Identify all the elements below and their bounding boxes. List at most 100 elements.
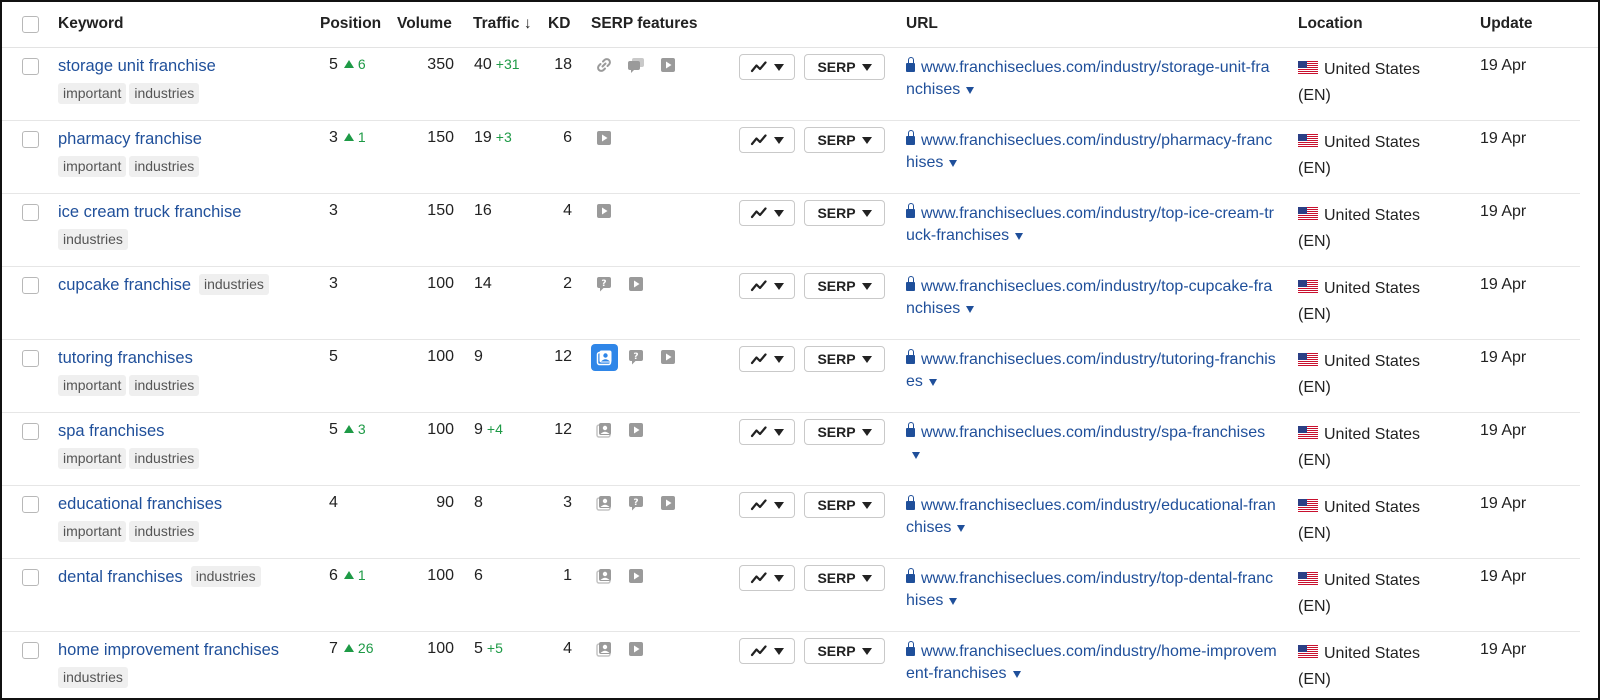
row-checkbox[interactable] [22, 58, 39, 75]
column-serp-features[interactable]: SERP features [591, 15, 698, 33]
ranking-url[interactable]: www.franchiseclues.com/industry/pharmacy… [906, 130, 1278, 174]
trend-chart-button[interactable] [739, 54, 795, 80]
keyword-tag[interactable]: industries [129, 448, 200, 469]
trend-chart-button[interactable] [739, 638, 795, 664]
column-location[interactable]: Location [1298, 15, 1363, 33]
faq-icon[interactable]: ? [626, 493, 646, 513]
video-icon[interactable] [594, 201, 614, 221]
url-dropdown-icon[interactable] [1015, 233, 1024, 240]
keyword-link[interactable]: cupcake franchise [58, 276, 191, 294]
url-dropdown-icon[interactable] [949, 598, 958, 605]
video-icon[interactable] [658, 493, 678, 513]
faq-icon[interactable]: ? [626, 347, 646, 367]
trend-chart-button[interactable] [739, 200, 795, 226]
column-position[interactable]: Position [320, 15, 381, 33]
faq-icon[interactable]: ? [594, 274, 614, 294]
keyword-tag[interactable]: industries [129, 83, 200, 104]
column-traffic[interactable]: Traffic ↓ [473, 15, 532, 33]
video-icon[interactable] [594, 128, 614, 148]
video-icon[interactable] [626, 639, 646, 659]
ranking-url[interactable]: www.franchiseclues.com/industry/top-cupc… [906, 276, 1278, 320]
ranking-url[interactable]: www.franchiseclues.com/industry/storage-… [906, 57, 1278, 101]
video-icon[interactable] [626, 274, 646, 294]
row-checkbox[interactable] [22, 423, 39, 440]
url-dropdown-icon[interactable] [912, 452, 920, 459]
video-icon[interactable] [658, 347, 678, 367]
reviews-icon[interactable] [626, 55, 646, 75]
keyword-tag[interactable]: industries [129, 375, 200, 396]
column-volume[interactable]: Volume [397, 15, 452, 33]
ranking-url[interactable]: www.franchiseclues.com/industry/top-ice-… [906, 203, 1278, 247]
link-icon[interactable] [594, 55, 614, 75]
keyword-link[interactable]: dental franchises [58, 568, 183, 586]
keyword-tag[interactable]: industries [129, 521, 200, 542]
caret-down-icon [774, 63, 784, 71]
url-dropdown-icon[interactable] [966, 306, 975, 313]
ranking-url[interactable]: www.franchiseclues.com/industry/top-dent… [906, 568, 1278, 612]
row-checkbox[interactable] [22, 131, 39, 148]
row-checkbox[interactable] [22, 350, 39, 367]
url-dropdown-icon[interactable] [949, 160, 958, 167]
serp-button[interactable]: SERP [804, 419, 885, 445]
serp-button[interactable]: SERP [804, 54, 885, 80]
image-icon[interactable] [594, 420, 614, 440]
row-checkbox[interactable] [22, 204, 39, 221]
column-url[interactable]: URL [906, 15, 938, 33]
keyword-tag[interactable]: industries [58, 667, 128, 688]
url-dropdown-icon[interactable] [1012, 671, 1021, 678]
video-icon[interactable] [658, 55, 678, 75]
trend-chart-button[interactable] [739, 273, 795, 299]
keyword-tag[interactable]: industries [58, 229, 128, 250]
update-date: 19 Apr [1480, 276, 1527, 293]
trend-chart-button[interactable] [739, 492, 795, 518]
video-icon[interactable] [626, 420, 646, 440]
keyword-link[interactable]: ice cream truck franchise [58, 203, 241, 221]
traffic-cell: 9 +4 [474, 421, 503, 438]
trend-chart-button[interactable] [739, 127, 795, 153]
trend-chart-button[interactable] [739, 565, 795, 591]
serp-button[interactable]: SERP [804, 346, 885, 372]
trend-chart-button[interactable] [739, 419, 795, 445]
image-icon[interactable] [594, 566, 614, 586]
serp-button[interactable]: SERP [804, 200, 885, 226]
trend-chart-button[interactable] [739, 346, 795, 372]
keyword-tag[interactable]: industries [190, 566, 261, 587]
image-icon[interactable] [594, 639, 614, 659]
serp-button[interactable]: SERP [804, 127, 885, 153]
ranking-url[interactable]: www.franchiseclues.com/industry/educatio… [906, 495, 1278, 539]
ranking-url[interactable]: www.franchiseclues.com/industry/spa-fran… [906, 422, 1278, 466]
serp-button[interactable]: SERP [804, 273, 885, 299]
keyword-tag[interactable]: important [58, 83, 127, 104]
keyword-link[interactable]: educational franchises [58, 495, 222, 513]
keyword-tag[interactable]: important [58, 375, 127, 396]
select-all-checkbox[interactable] [22, 16, 39, 33]
url-dropdown-icon[interactable] [966, 87, 975, 94]
column-keyword[interactable]: Keyword [58, 15, 123, 33]
keyword-link[interactable]: tutoring franchises [58, 349, 193, 367]
url-dropdown-icon[interactable] [957, 525, 966, 532]
image-icon[interactable] [591, 344, 618, 371]
row-checkbox[interactable] [22, 642, 39, 659]
keyword-tag[interactable]: industries [199, 274, 269, 295]
column-update[interactable]: Update [1480, 15, 1533, 33]
keyword-link[interactable]: home improvement franchises [58, 641, 279, 659]
serp-button[interactable]: SERP [804, 492, 885, 518]
serp-button[interactable]: SERP [804, 638, 885, 664]
ranking-url[interactable]: www.franchiseclues.com/industry/home-imp… [906, 641, 1278, 685]
keyword-link[interactable]: pharmacy franchise [58, 130, 202, 148]
row-checkbox[interactable] [22, 277, 39, 294]
keyword-tag[interactable]: important [58, 448, 127, 469]
url-dropdown-icon[interactable] [928, 379, 937, 386]
row-checkbox[interactable] [22, 569, 39, 586]
serp-button[interactable]: SERP [804, 565, 885, 591]
ranking-url[interactable]: www.franchiseclues.com/industry/tutoring… [906, 349, 1278, 393]
image-icon[interactable] [594, 493, 614, 513]
column-kd[interactable]: KD [548, 15, 570, 33]
video-icon[interactable] [626, 566, 646, 586]
keyword-tag[interactable]: important [58, 156, 127, 177]
keyword-tag[interactable]: important [58, 521, 127, 542]
keyword-link[interactable]: spa franchises [58, 422, 164, 440]
row-checkbox[interactable] [22, 496, 39, 513]
keyword-tag[interactable]: industries [129, 156, 200, 177]
keyword-link[interactable]: storage unit franchise [58, 57, 216, 75]
